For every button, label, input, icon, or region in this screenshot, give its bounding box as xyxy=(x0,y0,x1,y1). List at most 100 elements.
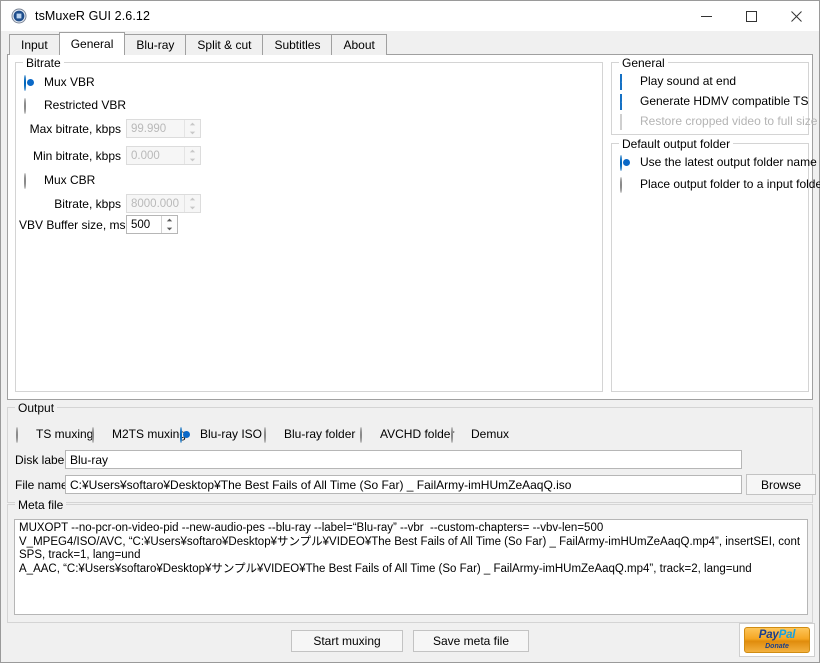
tab-general[interactable]: General xyxy=(58,32,126,55)
radio-avchd-folder[interactable]: AVCHD folder xyxy=(360,426,455,443)
disk-label-value: Blu-ray xyxy=(70,452,109,467)
radio-use-latest-output-folder-name[interactable]: Use the latest output folder name xyxy=(620,154,817,171)
save-meta-file-button[interactable]: Save meta file xyxy=(413,630,529,652)
spinner-up-icon[interactable] xyxy=(185,120,200,129)
tab-blu-ray[interactable]: Blu-ray xyxy=(124,34,187,55)
checkbox-icon xyxy=(620,113,633,130)
spinner-buttons[interactable] xyxy=(184,195,200,212)
radio-icon xyxy=(24,97,37,114)
maximize-button[interactable] xyxy=(729,1,774,31)
spinner-buttons[interactable] xyxy=(184,147,200,164)
checkbox-generate-hdmv-compatible-ts[interactable]: Generate HDMV compatible TS xyxy=(620,93,809,110)
radio-label: Use the latest output folder name xyxy=(640,155,817,169)
radio-demux[interactable]: Demux xyxy=(451,426,510,443)
radio-ts-muxing[interactable]: TS muxing xyxy=(16,426,93,443)
tab-bar: Input General Blu-ray Split & cut Subtit… xyxy=(1,31,819,55)
radio-icon xyxy=(264,426,277,443)
min-bitrate-label: Min bitrate, kbps xyxy=(32,149,121,163)
checkbox-label: Generate HDMV compatible TS xyxy=(640,94,809,108)
radio-label: Demux xyxy=(471,427,510,441)
tab-about[interactable]: About xyxy=(331,34,387,55)
checkbox-play-sound-at-end[interactable]: Play sound at end xyxy=(620,73,736,90)
browse-button-label: Browse xyxy=(760,477,801,492)
radio-icon xyxy=(16,426,29,443)
radio-icon xyxy=(620,154,633,171)
spinner-up-icon[interactable] xyxy=(185,195,200,204)
file-name-label: File name xyxy=(15,478,68,492)
spinner-up-icon[interactable] xyxy=(162,216,177,225)
browse-button[interactable]: Browse xyxy=(746,474,816,495)
spinner-buttons[interactable] xyxy=(161,216,177,233)
output-group: Output TS muxing M2TS muxing Blu-ray ISO… xyxy=(7,401,816,503)
radio-label: Mux VBR xyxy=(44,75,95,89)
radio-m2ts-muxing[interactable]: M2TS muxing xyxy=(92,426,186,443)
radio-blu-ray-iso[interactable]: Blu-ray ISO xyxy=(180,426,263,443)
meta-file-legend: Meta file xyxy=(15,498,67,512)
radio-label: Blu-ray folder xyxy=(284,427,356,441)
vbv-buffer-size-spinner[interactable]: 500 xyxy=(126,215,178,234)
spinner-down-icon[interactable] xyxy=(185,204,200,213)
radio-icon xyxy=(620,176,633,193)
radio-label: Restricted VBR xyxy=(44,98,127,112)
application-window: tsMuxeR GUI 2.6.12 Input General Blu-ray… xyxy=(0,0,820,663)
paypal-donate-label: Donate xyxy=(765,642,789,650)
radio-icon xyxy=(180,426,193,443)
radio-place-output-folder-to-input-folder[interactable]: Place output folder to a input folder xyxy=(620,176,820,193)
radio-icon xyxy=(451,426,464,443)
vbv-buffer-size-label: VBV Buffer size, ms xyxy=(19,218,126,232)
file-name-input[interactable]: C:¥Users¥softaro¥Desktop¥The Best Fails … xyxy=(65,475,742,494)
min-bitrate-spinner[interactable]: 0.000 xyxy=(126,146,201,165)
tab-label: General xyxy=(70,37,114,51)
tab-label: Split & cut xyxy=(197,38,252,52)
start-muxing-button[interactable]: Start muxing xyxy=(291,630,403,652)
max-bitrate-spinner[interactable]: 99.990 xyxy=(126,119,201,138)
output-group-legend: Output xyxy=(15,401,58,415)
window-title: tsMuxeR GUI 2.6.12 xyxy=(35,9,151,23)
radio-blu-ray-folder[interactable]: Blu-ray folder xyxy=(264,426,356,443)
paypal-donate-button[interactable]: PayPal Donate xyxy=(739,623,815,657)
radio-restricted-vbr[interactable]: Restricted VBR xyxy=(24,97,127,114)
tab-input[interactable]: Input xyxy=(9,34,60,55)
spinner-down-icon[interactable] xyxy=(185,156,200,165)
radio-mux-vbr[interactable]: Mux VBR xyxy=(24,74,95,91)
radio-icon xyxy=(24,74,37,91)
bitrate-group: Bitrate Mux VBR Restricted VBR Max bitra… xyxy=(15,56,603,392)
tab-split-and-cut[interactable]: Split & cut xyxy=(185,34,264,55)
default-output-folder-group: Default output folder Use the latest out… xyxy=(611,137,820,392)
title-bar: tsMuxeR GUI 2.6.12 xyxy=(1,1,819,31)
tab-label: Subtitles xyxy=(274,38,321,52)
radio-label: AVCHD folder xyxy=(380,427,455,441)
paypal-badge-icon: PayPal Donate xyxy=(744,627,810,653)
general-tab-page: Bitrate Mux VBR Restricted VBR Max bitra… xyxy=(7,55,820,400)
general-options-group: General Play sound at end Generate HDMV … xyxy=(611,56,817,135)
meta-file-textarea[interactable]: MUXOPT --no-pcr-on-video-pid --new-audio… xyxy=(14,519,808,615)
cbr-bitrate-spinner[interactable]: 8000.000 xyxy=(126,194,201,213)
start-muxing-label: Start muxing xyxy=(313,634,381,648)
checkbox-icon xyxy=(620,93,633,110)
spinner-down-icon[interactable] xyxy=(185,129,200,138)
radio-icon xyxy=(360,426,373,443)
tab-label: Input xyxy=(21,38,48,52)
paypal-brand-pay: Pay xyxy=(758,629,779,642)
disk-label-input[interactable]: Blu-ray xyxy=(65,450,742,469)
general-options-legend: General xyxy=(619,56,668,70)
tab-subtitles[interactable]: Subtitles xyxy=(262,34,333,55)
spinner-buttons[interactable] xyxy=(184,120,200,137)
tsmuxer-app-icon xyxy=(11,8,27,24)
vbv-buffer-size-value: 500 xyxy=(131,218,151,231)
disk-label-label: Disk label xyxy=(15,453,68,467)
save-meta-file-label: Save meta file xyxy=(432,634,510,648)
radio-mux-cbr[interactable]: Mux CBR xyxy=(24,172,95,189)
max-bitrate-value: 99.990 xyxy=(131,122,167,135)
close-button[interactable] xyxy=(774,1,819,31)
tab-label: About xyxy=(343,38,375,52)
spinner-down-icon[interactable] xyxy=(162,225,177,234)
radio-label: Blu-ray ISO xyxy=(200,427,263,441)
spinner-up-icon[interactable] xyxy=(185,147,200,156)
cbr-bitrate-label: Bitrate, kbps xyxy=(54,197,121,211)
file-name-value: C:¥Users¥softaro¥Desktop¥The Best Fails … xyxy=(70,477,572,492)
meta-file-group: Meta file MUXOPT --no-pcr-on-video-pid -… xyxy=(7,498,813,623)
window-controls xyxy=(684,1,819,31)
minimize-button[interactable] xyxy=(684,1,729,31)
paypal-brand-pal: Pal xyxy=(778,629,796,642)
